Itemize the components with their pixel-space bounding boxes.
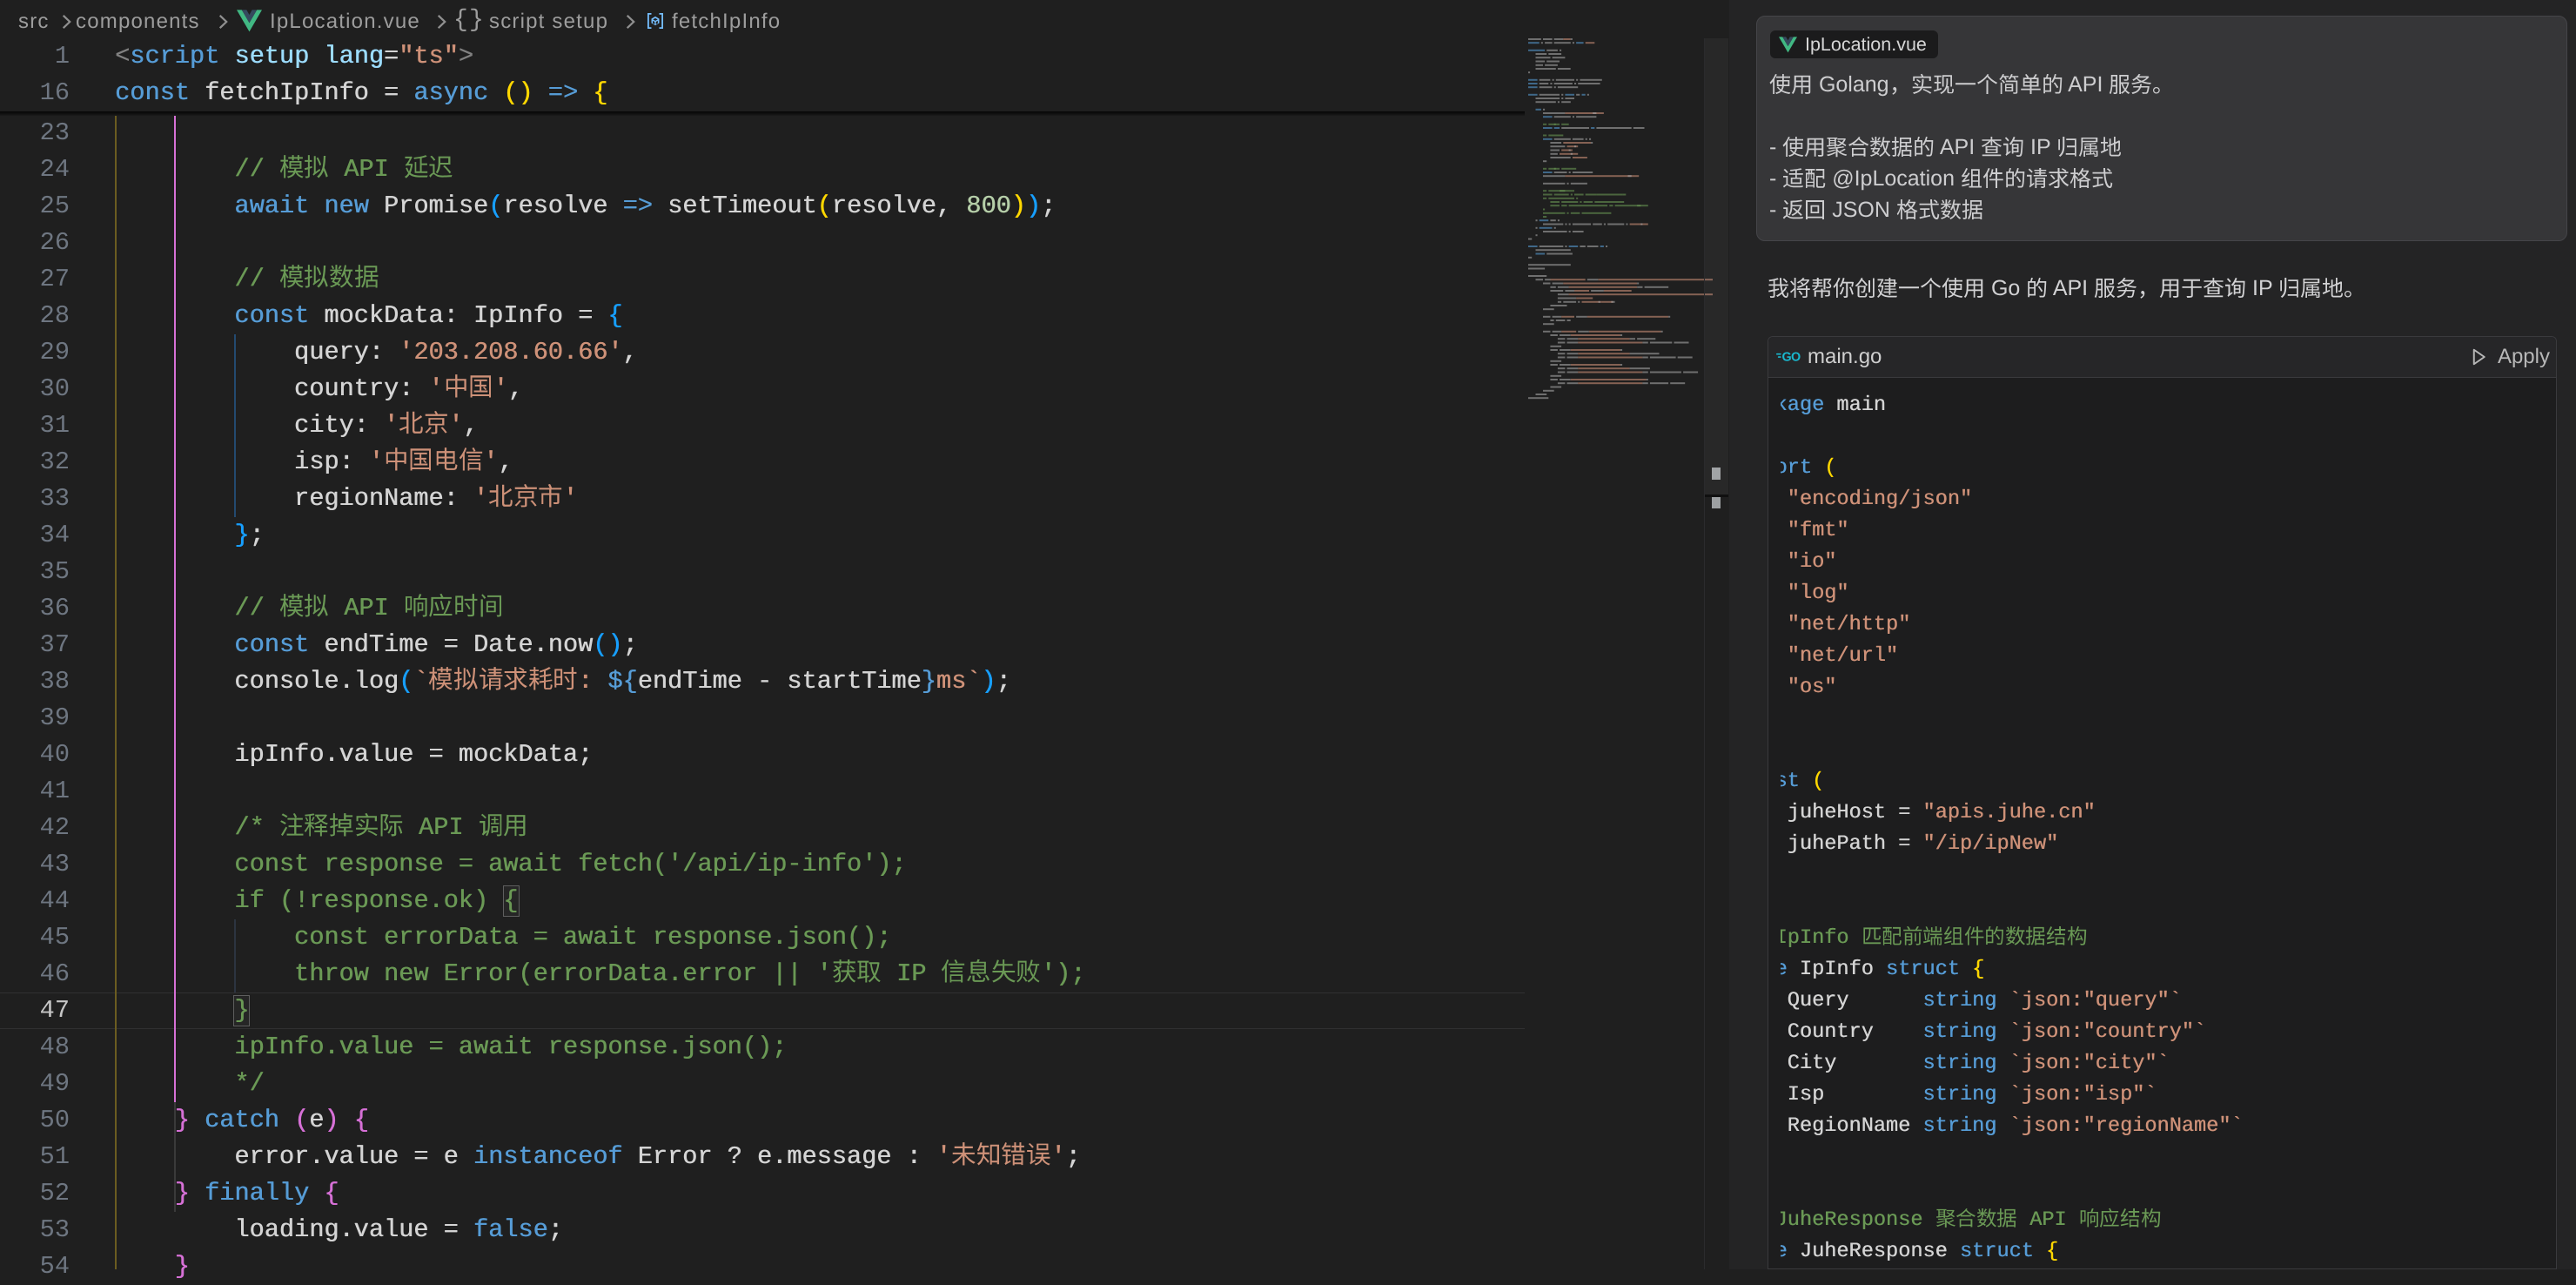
svg-text:GO: GO: [1782, 352, 1801, 365]
